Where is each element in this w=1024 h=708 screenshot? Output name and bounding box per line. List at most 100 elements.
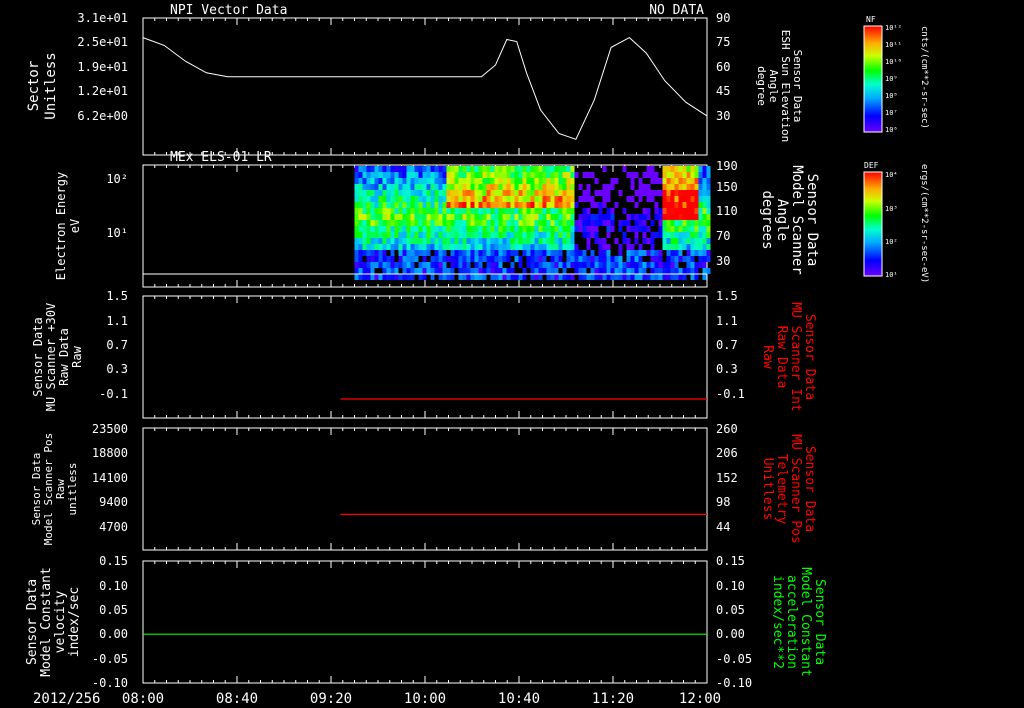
spectrogram-cell: [494, 244, 499, 250]
spectrogram-cell: [706, 220, 711, 226]
panel-4-right-label: Sensor Data MU Scanner Pos Telemetry Uni…: [760, 434, 817, 544]
spectrogram-cell: [550, 196, 555, 202]
colorbar-nf-tick: 10⁹: [885, 75, 898, 83]
spectrogram-cell: [370, 172, 375, 178]
spectrogram-cell: [494, 202, 499, 208]
spectrogram-cell: [394, 184, 399, 190]
spectrogram-cell: [506, 184, 511, 190]
spectrogram-cell: [414, 208, 419, 214]
spectrogram-cell: [690, 166, 695, 172]
spectrogram-cell: [410, 250, 415, 256]
spectrogram-cell: [670, 172, 675, 178]
spectrogram-cell: [578, 256, 583, 262]
spectrogram-cell: [458, 226, 463, 232]
spectrogram-cell: [686, 172, 691, 178]
spectrogram-cell: [458, 256, 463, 262]
spectrogram-cell: [666, 244, 671, 250]
panel-3-left-tick: 0.3: [106, 362, 128, 376]
spectrogram-cell: [366, 202, 371, 208]
spectrogram-cell: [570, 178, 575, 184]
spectrogram-cell: [462, 220, 467, 226]
spectrogram-cell: [506, 226, 511, 232]
panel-5-right-label-line: Sensor Data: [812, 579, 827, 665]
spectrogram-cell: [678, 274, 683, 280]
spectrogram-cell: [602, 262, 607, 268]
spectrogram-cell: [554, 178, 559, 184]
spectrogram-cell: [450, 214, 455, 220]
spectrogram-cell: [606, 262, 611, 268]
spectrogram-cell: [594, 226, 599, 232]
spectrogram-cell: [434, 256, 439, 262]
spectrogram-cell: [494, 166, 499, 172]
spectrogram-cell: [406, 214, 411, 220]
spectrogram-cell: [482, 238, 487, 244]
spectrogram-cell: [554, 244, 559, 250]
spectrogram-cell: [478, 232, 483, 238]
spectrogram-cell: [378, 184, 383, 190]
spectrogram-cell: [698, 226, 703, 232]
spectrogram-cell: [658, 226, 663, 232]
spectrogram-cell: [482, 184, 487, 190]
spectrogram-cell: [390, 274, 395, 280]
spectrogram-cell: [558, 226, 563, 232]
spectrogram-cell: [590, 268, 595, 274]
spectrogram-cell: [706, 184, 711, 190]
panel-2-left-label: Electron Energy eV: [54, 172, 82, 280]
spectrogram-cell: [446, 274, 451, 280]
spectrogram-cell: [630, 172, 635, 178]
spectrogram-cell: [490, 190, 495, 196]
spectrogram-cell: [414, 196, 419, 202]
spectrogram-cell: [706, 166, 711, 172]
spectrogram-cell: [690, 232, 695, 238]
panel-4-right-ticks: 260 206 152 98 44: [716, 422, 738, 534]
spectrogram-cell: [674, 226, 679, 232]
panel-3-left-tick: 1.1: [106, 314, 128, 328]
spectrogram-cell: [474, 172, 479, 178]
panel-5-left-tick: 0.05: [99, 603, 128, 617]
spectrogram-cell: [394, 238, 399, 244]
panel-2-left-label-line: Electron Energy: [54, 172, 68, 280]
panel-2-right-tick: 190: [716, 159, 738, 173]
sun-elevation-line: [142, 36, 708, 140]
spectrogram-cell: [570, 196, 575, 202]
spectrogram-cell: [498, 184, 503, 190]
spectrogram-cell: [682, 214, 687, 220]
spectrogram-cell: [534, 202, 539, 208]
spectrogram-cell: [494, 196, 499, 202]
spectrogram-cell: [698, 232, 703, 238]
spectrogram-cell: [590, 220, 595, 226]
spectrogram-cell: [394, 274, 399, 280]
spectrogram-cell: [654, 190, 659, 196]
spectrogram-cell: [690, 172, 695, 178]
spectrogram-cell: [398, 256, 403, 262]
spectrogram-cell: [694, 250, 699, 256]
spectrogram-cell: [410, 166, 415, 172]
spectrogram-cell: [590, 226, 595, 232]
spectrogram-cell: [438, 238, 443, 244]
spectrogram-cell: [634, 214, 639, 220]
spectrogram-cell: [458, 178, 463, 184]
spectrogram-cell: [510, 208, 515, 214]
spectrogram-cell: [382, 166, 387, 172]
spectrogram-cell: [566, 214, 571, 220]
spectrogram-cell: [702, 226, 707, 232]
spectrogram-cell: [442, 178, 447, 184]
spectrogram-cell: [630, 244, 635, 250]
panel-5-left-tick: 0.10: [99, 579, 128, 593]
colorbar-nf-bar: [863, 25, 883, 133]
spectrogram-cell: [478, 166, 483, 172]
spectrogram-cell: [518, 238, 523, 244]
spectrogram-cell: [618, 226, 623, 232]
spectrogram-cell: [466, 178, 471, 184]
spectrogram-cell: [390, 214, 395, 220]
spectrogram-cell: [678, 172, 683, 178]
spectrogram-cell: [434, 250, 439, 256]
spectrogram-cell: [546, 178, 551, 184]
spectrogram-cell: [418, 208, 423, 214]
spectrogram-cell: [558, 166, 563, 172]
spectrogram-cell: [434, 172, 439, 178]
spectrogram-cell: [370, 214, 375, 220]
spectrogram-cell: [358, 178, 363, 184]
spectrogram-cell: [506, 190, 511, 196]
spectrogram-cell: [614, 178, 619, 184]
